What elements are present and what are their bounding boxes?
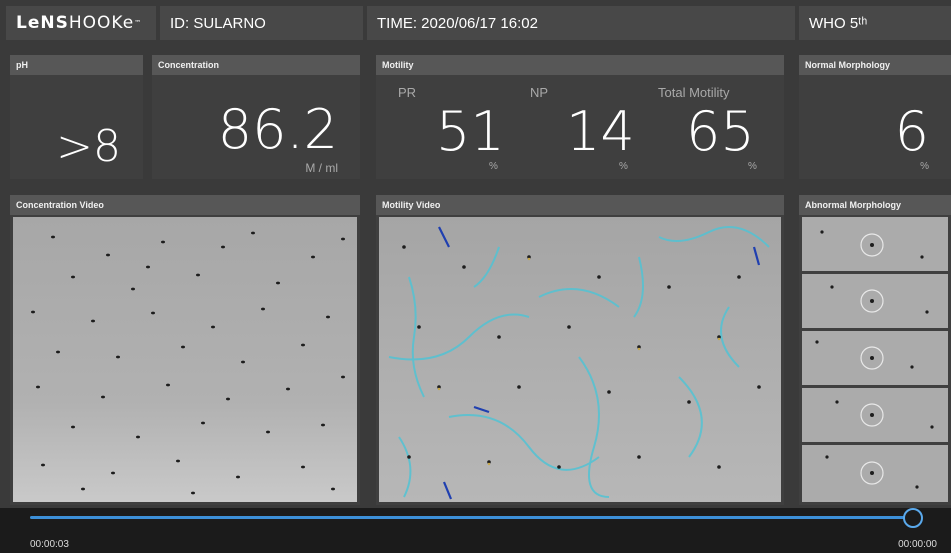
scrubber-knob-icon[interactable] <box>903 508 923 528</box>
np-unit: % <box>619 161 628 172</box>
patient-id: ID: SULARNO <box>170 14 266 32</box>
concentration-value: 86.2 <box>217 98 338 161</box>
concentration-panel: Concentration 86.2 M / ml <box>152 55 360 179</box>
test-time: TIME: 2020/06/17 16:02 <box>377 14 538 32</box>
abnormal-morphology-strip[interactable] <box>802 217 948 502</box>
elapsed-time: 00:00:03 <box>30 539 69 550</box>
ph-panel: pH >8 <box>10 55 143 179</box>
pr-label: PR <box>398 85 417 100</box>
total-motility-label: Total Motility <box>658 85 730 100</box>
normal-morphology-title: Normal Morphology <box>799 55 951 75</box>
app-logo: LeNS HOOKe ™ <box>6 6 156 40</box>
concentration-video-panel: Concentration Video <box>10 195 360 505</box>
motility-video-frame <box>379 217 781 502</box>
total-motility-value: 65 <box>686 100 755 163</box>
abnormal-morphology-panel: Abnormal Morphology <box>799 195 951 505</box>
normal-morphology-unit: % <box>920 161 929 172</box>
logo-suffix: HOOKe <box>68 13 135 33</box>
motility-video[interactable] <box>379 217 781 502</box>
concentration-unit: M / ml <box>305 161 338 175</box>
concentration-title: Concentration <box>152 55 360 75</box>
total-motility-unit: % <box>748 161 757 172</box>
np-label: NP <box>530 85 549 100</box>
remaining-time: 00:00:00 <box>898 539 937 550</box>
time-bar: TIME: 2020/06/17 16:02 <box>367 6 795 40</box>
concentration-video[interactable] <box>13 217 357 502</box>
logo-prefix: LeNS <box>16 13 69 33</box>
ph-value: >8 <box>56 121 121 172</box>
logo-trademark: ™ <box>134 19 143 27</box>
abnormal-morphology-title: Abnormal Morphology <box>799 195 951 215</box>
concentration-video-title: Concentration Video <box>10 195 360 215</box>
playback-bar: 00:00:03 00:00:00 <box>0 508 951 553</box>
pr-unit: % <box>489 161 498 172</box>
motility-video-panel: Motility Video <box>376 195 784 505</box>
motility-panel: Motility PR 51 % NP 14 % Total Motility … <box>376 55 784 179</box>
concentration-video-frame <box>13 217 357 502</box>
who-standard: WHO 5ᵗʰ <box>809 14 868 32</box>
patient-id-bar: ID: SULARNO <box>160 6 363 40</box>
ph-title: pH <box>10 55 143 75</box>
normal-morphology-panel: Normal Morphology 6 % <box>799 55 951 179</box>
abnormal-morphology-thumbnails <box>802 217 948 502</box>
pr-value: 51 <box>436 100 505 163</box>
normal-morphology-value: 6 <box>894 100 929 163</box>
motility-video-title: Motility Video <box>376 195 784 215</box>
progress-track[interactable] <box>30 516 913 519</box>
standard-bar: WHO 5ᵗʰ <box>799 6 951 40</box>
np-value: 14 <box>566 100 635 163</box>
motility-title: Motility <box>376 55 784 75</box>
